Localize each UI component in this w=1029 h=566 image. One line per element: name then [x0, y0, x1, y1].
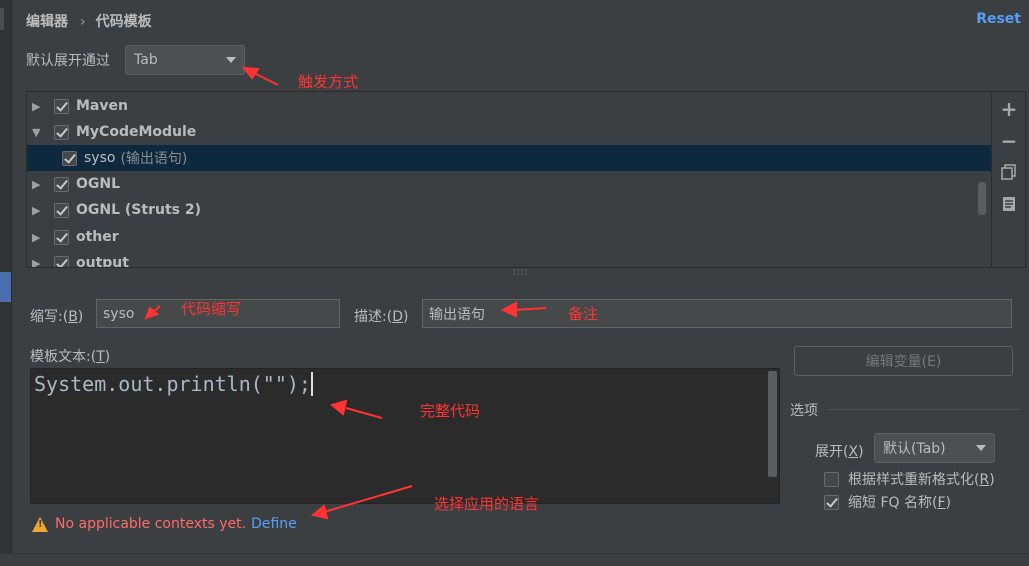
tree-group-output[interactable]: ▶ output — [27, 250, 991, 267]
tree-group-maven[interactable]: ▶ Maven — [27, 93, 991, 119]
text-caret — [310, 372, 313, 396]
expand-arrow-icon[interactable]: ▶ — [32, 231, 46, 244]
breadcrumb-separator-icon: › — [80, 14, 86, 30]
shorten-fq-option[interactable]: 缩短 FQ 名称(F) — [824, 492, 951, 512]
reset-button[interactable]: Reset — [976, 11, 1021, 27]
tree-toolbar: + − — [991, 92, 1025, 267]
chevron-down-icon — [226, 57, 236, 63]
reformat-label: 根据样式重新格式化(R) — [848, 472, 995, 488]
tree-group-other[interactable]: ▶ other — [27, 224, 991, 250]
tree-checkbox[interactable] — [54, 176, 69, 192]
expand-arrow-icon[interactable]: ▶ — [32, 178, 46, 191]
options-divider — [827, 409, 1022, 410]
tree-group-label: output — [76, 255, 129, 267]
tree-item-note: (输出语句) — [120, 151, 188, 167]
expand-arrow-icon[interactable]: ▶ — [32, 257, 46, 268]
options-title: 选项 — [790, 403, 818, 419]
tree-group-label: Maven — [76, 98, 128, 114]
template-group-icon[interactable] — [1000, 196, 1018, 214]
tree-group-ognl[interactable]: ▶ OGNL — [27, 171, 991, 197]
template-text-editor[interactable]: System.out.println(""); — [30, 368, 780, 504]
description-label: 描述:(D) — [354, 309, 409, 325]
tree-item-label: syso — [84, 150, 116, 166]
tree-checkbox[interactable] — [54, 124, 69, 140]
expand-arrow-icon[interactable]: ▶ — [32, 100, 46, 113]
tree-checkbox[interactable] — [54, 255, 69, 267]
splitter-handle-icon[interactable]: ⁞⁞⁞⁞ — [513, 268, 528, 278]
tree-group-label: OGNL (Struts 2) — [76, 202, 201, 218]
tree-group-label: MyCodeModule — [76, 124, 197, 140]
reformat-option[interactable]: 根据样式重新格式化(R) — [824, 469, 995, 489]
annotation-language: 选择应用的语言 — [434, 495, 540, 513]
copy-icon[interactable] — [1000, 164, 1018, 182]
annotation-trigger: 触发方式 — [298, 73, 359, 91]
template-tree-panel: ▶ Maven ▼ MyCodeModule syso (输出语句) ▶ OGN… — [26, 91, 1026, 268]
tree-group-mycodemodule[interactable]: ▼ MyCodeModule — [27, 119, 991, 145]
expand-arrow-icon[interactable]: ▶ — [32, 204, 46, 217]
options-expand-dropdown[interactable]: 默认(Tab) — [874, 433, 995, 463]
annotation-full-code: 完整代码 — [420, 402, 481, 420]
warning-icon — [32, 516, 48, 532]
tree-group-ognl-struts[interactable]: ▶ OGNL (Struts 2) — [27, 197, 991, 223]
tree-group-label: other — [76, 229, 119, 245]
tree-checkbox[interactable] — [54, 202, 69, 218]
abbreviation-label: 缩写:(B) — [30, 309, 84, 325]
annotation-note: 备注 — [568, 305, 599, 323]
description-value: 输出语句 — [429, 306, 485, 323]
tree-checkbox[interactable] — [54, 98, 69, 114]
tree-checkbox[interactable] — [54, 229, 69, 245]
tree-item-syso[interactable]: syso (输出语句) — [27, 145, 991, 171]
collapse-arrow-icon[interactable]: ▼ — [32, 126, 46, 139]
edit-variables-button[interactable]: 编辑变量(E) — [794, 346, 1013, 376]
options-expand-label: 展开(X) — [815, 444, 864, 460]
expand-via-value: Tab — [134, 52, 158, 68]
template-tree[interactable]: ▶ Maven ▼ MyCodeModule syso (输出语句) ▶ OGN… — [27, 92, 991, 267]
tree-group-label: OGNL — [76, 176, 121, 192]
context-warning: No applicable contexts yet. Define — [32, 516, 297, 532]
shorten-fq-checkbox[interactable] — [824, 494, 839, 510]
breadcrumb: 编辑器 › 代码模板 — [26, 11, 152, 31]
expand-via-label: 默认展开通过 — [26, 53, 110, 69]
expand-via-dropdown[interactable]: Tab — [125, 45, 245, 75]
breadcrumb-current: 代码模板 — [95, 14, 152, 30]
rail-marker — [0, 8, 4, 30]
define-link[interactable]: Define — [251, 516, 297, 532]
reformat-checkbox[interactable] — [824, 471, 839, 487]
template-code: System.out.println(""); — [34, 372, 313, 396]
shorten-fq-label: 缩短 FQ 名称(F) — [848, 495, 951, 511]
chevron-down-icon — [976, 445, 986, 451]
tree-scrollbar[interactable] — [978, 182, 986, 215]
abbreviation-value: syso — [103, 305, 135, 322]
tree-checkbox[interactable] — [62, 150, 77, 166]
warning-text: No applicable contexts yet. — [55, 516, 247, 532]
description-field[interactable]: 输出语句 — [422, 299, 1012, 328]
rail-selection-marker — [0, 272, 11, 302]
breadcrumb-parent[interactable]: 编辑器 — [26, 14, 68, 30]
options-expand-value: 默认(Tab) — [883, 441, 946, 457]
left-rail — [0, 0, 12, 566]
add-icon[interactable]: + — [1000, 99, 1018, 119]
annotation-abbr: 代码缩写 — [181, 300, 242, 318]
template-text-label: 模板文本:(T) — [30, 349, 111, 365]
editor-scrollbar[interactable] — [768, 371, 777, 477]
remove-icon[interactable]: − — [1000, 131, 1018, 151]
bottom-bar — [0, 553, 1029, 566]
